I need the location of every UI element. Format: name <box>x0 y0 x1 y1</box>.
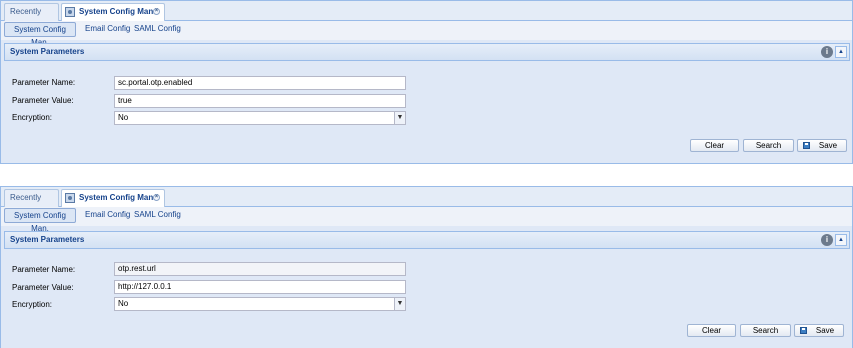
tab-system-config[interactable]: System Config Man. × <box>61 189 165 208</box>
main-tab-bar: Recently View System Config Man. × <box>1 1 852 32</box>
subtab-email-config[interactable]: Email Config <box>85 22 130 37</box>
sub-tab-bar: System Config Man. Email Config SAML Con… <box>1 207 852 233</box>
tab-recently-view[interactable]: Recently View <box>4 3 59 32</box>
tab-recently-view[interactable]: Recently View <box>4 189 59 218</box>
section-title: System Parameters <box>10 47 85 56</box>
config-panel-bottom: Recently View System Config Man. × Syste… <box>0 186 853 348</box>
system-parameters-header: System Parameters i ▲ <box>4 43 850 61</box>
parameter-value-label: Parameter Value: <box>12 283 74 292</box>
config-icon <box>65 193 75 203</box>
chevron-down-icon[interactable]: ▼ <box>394 298 405 310</box>
search-button[interactable]: Search <box>740 324 791 337</box>
tab-system-config[interactable]: System Config Man. × <box>61 3 165 22</box>
parameter-name-input[interactable]: otp.rest.url <box>114 262 406 276</box>
save-button-label: Save <box>815 326 835 335</box>
collapse-button[interactable]: ▲ <box>835 234 847 246</box>
encryption-label: Encryption: <box>12 300 53 309</box>
encryption-value: No <box>118 113 129 122</box>
subtab-saml-config[interactable]: SAML Config <box>134 208 181 223</box>
parameter-value-input[interactable]: http://127.0.0.1 <box>114 280 406 294</box>
close-icon[interactable]: × <box>153 194 160 201</box>
parameter-value-label: Parameter Value: <box>12 96 74 105</box>
save-button[interactable]: Save <box>794 324 844 337</box>
main-tab-bar: Recently View System Config Man. × <box>1 187 852 218</box>
subtab-system-config[interactable]: System Config Man. <box>4 208 76 233</box>
tab-system-config-label: System Config Man. <box>79 7 156 16</box>
info-icon[interactable]: i <box>821 46 833 58</box>
config-icon <box>65 7 75 17</box>
clear-button[interactable]: Clear <box>687 324 736 337</box>
config-panel-top: Recently View System Config Man. × Syste… <box>0 0 853 164</box>
subtab-saml-config[interactable]: SAML Config <box>134 22 181 37</box>
system-parameters-header: System Parameters i ▲ <box>4 231 850 249</box>
save-icon <box>800 327 807 334</box>
save-button[interactable]: Save <box>797 139 847 152</box>
encryption-select[interactable]: No ▼ <box>114 111 406 125</box>
chevron-down-icon[interactable]: ▼ <box>394 112 405 124</box>
tab-system-config-label: System Config Man. <box>79 193 156 202</box>
encryption-select[interactable]: No ▼ <box>114 297 406 311</box>
parameter-name-input[interactable]: sc.portal.otp.enabled <box>114 76 406 90</box>
clear-button[interactable]: Clear <box>690 139 739 152</box>
collapse-button[interactable]: ▲ <box>835 46 847 58</box>
parameter-name-label: Parameter Name: <box>12 265 76 274</box>
info-icon[interactable]: i <box>821 234 833 246</box>
subtab-system-config[interactable]: System Config Man. <box>4 22 76 47</box>
save-icon <box>803 142 810 149</box>
encryption-value: No <box>118 299 129 308</box>
encryption-label: Encryption: <box>12 113 53 122</box>
parameter-name-label: Parameter Name: <box>12 78 76 87</box>
subtab-email-config[interactable]: Email Config <box>85 208 130 223</box>
close-icon[interactable]: × <box>153 8 160 15</box>
sub-tab-bar: System Config Man. Email Config SAML Con… <box>1 21 852 47</box>
search-button[interactable]: Search <box>743 139 794 152</box>
parameter-value-input[interactable]: true <box>114 94 406 108</box>
save-button-label: Save <box>818 141 838 150</box>
section-title: System Parameters <box>10 235 85 244</box>
